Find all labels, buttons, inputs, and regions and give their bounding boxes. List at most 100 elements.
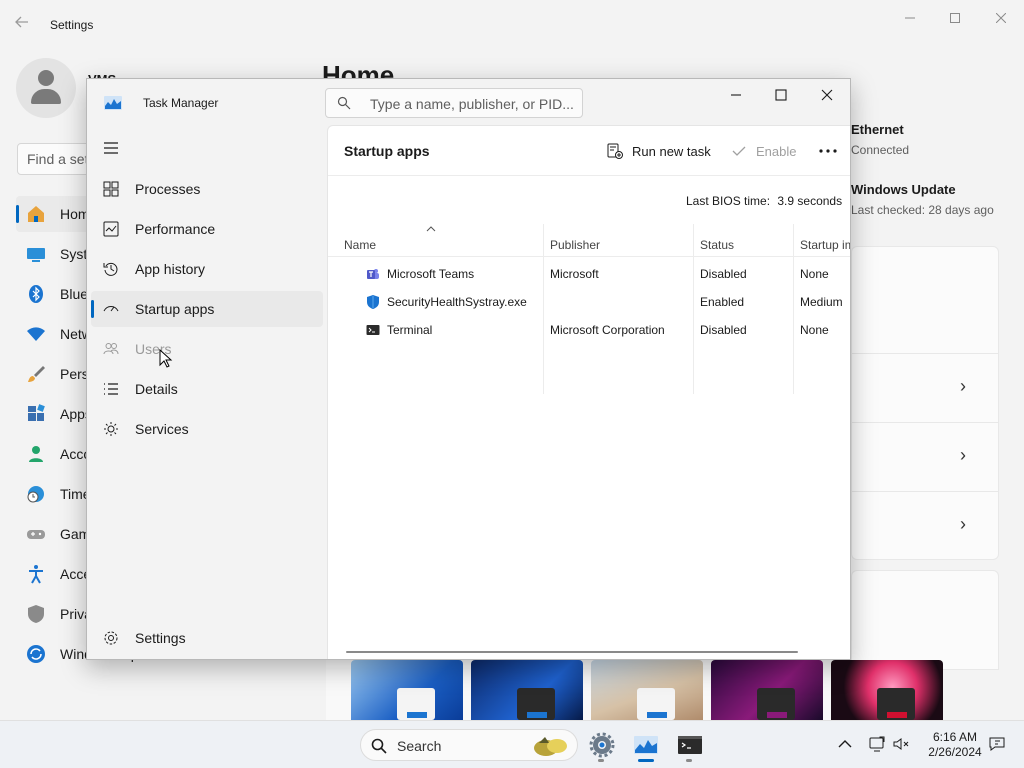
update-icon <box>27 645 45 663</box>
cell-status: Disabled <box>700 323 747 337</box>
performance-icon <box>103 221 119 237</box>
clock-date: 2/26/2024 <box>928 745 982 759</box>
settings-nav-windows-update[interactable]: Windows Update <box>16 636 166 672</box>
cell-name: Microsoft Teams <box>387 267 475 281</box>
settings-close-button[interactable] <box>991 8 1011 28</box>
column-header-name[interactable]: Name <box>344 238 376 252</box>
task-manager-logo-icon <box>104 96 122 110</box>
nav-app-history[interactable]: App history <box>91 251 323 287</box>
horizontal-scrollbar[interactable] <box>346 651 798 653</box>
run-new-task-button[interactable]: Run new task <box>606 138 711 164</box>
maximize-button[interactable] <box>759 83 803 111</box>
settings-nav-personalization[interactable]: Personalization <box>16 356 156 392</box>
taskbar-search-label: Search <box>397 738 442 754</box>
avatar[interactable] <box>16 58 76 118</box>
settings-nav-privacy[interactable]: Privacy & security <box>16 596 171 632</box>
settings-card-row[interactable] <box>851 422 999 492</box>
column-header-startup-impact[interactable]: Startup impact <box>800 238 850 252</box>
nav-users[interactable]: Users <box>91 331 323 367</box>
taskbar-task-manager-app[interactable] <box>630 729 662 762</box>
wallpaper-thumbnail[interactable] <box>471 660 583 720</box>
cell-publisher: Microsoft <box>550 267 599 281</box>
settings-nav-bluetooth[interactable]: Bluetooth & devices <box>16 276 184 312</box>
taskbar-search[interactable]: Search <box>360 729 578 761</box>
search-input[interactable] <box>370 95 575 113</box>
minimize-button[interactable] <box>714 83 758 111</box>
taskbar: Search 6:16 AM 2/26/2024 <box>0 720 1024 768</box>
nav-performance[interactable]: Performance <box>91 211 323 247</box>
terminal-icon <box>366 325 380 335</box>
close-button[interactable] <box>805 83 849 111</box>
taskbar-settings-app[interactable] <box>586 729 618 762</box>
settings-nav-gaming[interactable]: Gaming <box>16 516 109 552</box>
enable-button[interactable]: Enable <box>730 138 796 164</box>
nav-services[interactable]: Services <box>91 411 323 447</box>
network-icon[interactable] <box>868 735 886 753</box>
checkmark-icon <box>732 146 746 156</box>
table-row[interactable]: SecurityHealthSystray.exe Enabled Medium <box>328 288 850 316</box>
settings-card <box>851 570 999 670</box>
taskbar-terminal-app[interactable] <box>674 729 706 762</box>
notification-icon[interactable] <box>988 735 1006 753</box>
speaker-muted-icon[interactable] <box>892 735 910 753</box>
nav-startup-apps[interactable]: Startup apps <box>91 291 323 327</box>
column-header-status[interactable]: Status <box>700 238 734 252</box>
panel-header: Startup apps Run new task Enable <box>328 126 850 176</box>
task-manager-icon <box>634 736 658 754</box>
ethernet-label[interactable]: Ethernet <box>851 122 904 137</box>
bios-time: Last BIOS time: 3.9 seconds <box>686 194 842 208</box>
settings-card-row[interactable] <box>851 491 999 560</box>
settings-maximize-button[interactable] <box>945 8 965 28</box>
more-options-button[interactable] <box>816 138 840 162</box>
nav-label: Services <box>135 421 189 437</box>
cell-status: Enabled <box>700 295 745 309</box>
settings-minimize-button[interactable] <box>900 8 920 28</box>
windows-update-label[interactable]: Windows Update <box>851 182 956 197</box>
security-shield-icon <box>367 295 379 309</box>
settings-titlebar: Settings <box>0 0 1024 48</box>
settings-nav-network[interactable]: Network & internet <box>16 316 175 352</box>
nav-label: Startup apps <box>135 301 215 317</box>
shield-icon <box>28 605 44 623</box>
nav-processes[interactable]: Processes <box>91 171 323 207</box>
nav-details[interactable]: Details <box>91 371 323 407</box>
wallpaper-thumbnail[interactable] <box>831 660 943 720</box>
nav-settings[interactable]: Settings <box>91 620 323 656</box>
table-header-divider <box>328 256 850 257</box>
details-icon <box>104 383 118 395</box>
settings-nav-home[interactable]: Home <box>16 196 97 232</box>
back-arrow-icon[interactable] <box>14 14 34 34</box>
bios-time-label: Last BIOS time: <box>686 194 771 208</box>
chevron-right-icon: › <box>960 445 966 465</box>
settings-nav-system[interactable]: System <box>16 236 107 272</box>
bluetooth-icon <box>29 285 43 303</box>
task-manager-nav: Processes Performance App history Startu… <box>87 127 327 659</box>
search-highlight-icon <box>534 737 567 756</box>
windows-update-status: Last checked: 28 days ago <box>851 203 994 217</box>
task-manager-search[interactable] <box>325 88 583 118</box>
enable-label: Enable <box>756 143 797 159</box>
wifi-icon <box>27 327 45 341</box>
settings-nav-apps[interactable]: Apps <box>16 396 96 432</box>
wallpaper-thumbnail[interactable] <box>351 660 463 720</box>
nav-label: Details <box>135 381 178 397</box>
wallpaper-thumbnail[interactable] <box>591 660 703 720</box>
settings-nav-accounts[interactable]: Accounts <box>16 436 118 472</box>
column-header-publisher[interactable]: Publisher <box>550 238 600 252</box>
wallpaper-thumbnail[interactable] <box>711 660 823 720</box>
clock[interactable]: 6:16 AM 2/26/2024 <box>920 730 990 760</box>
cell-startup-impact: Medium <box>800 295 843 309</box>
startup-icon <box>103 306 119 312</box>
hamburger-menu-icon[interactable] <box>103 140 119 156</box>
settings-card-row[interactable] <box>851 353 999 423</box>
nav-label: Performance <box>135 221 216 237</box>
settings-nav-accessibility[interactable]: Accessibility <box>16 556 136 592</box>
task-manager-title: Task Manager <box>143 96 219 110</box>
gear-icon <box>104 631 118 645</box>
table-row[interactable]: Microsoft Teams Microsoft Disabled None <box>328 260 850 288</box>
settings-nav-time-language[interactable]: Time & language <box>16 476 165 512</box>
chevron-up-icon[interactable] <box>836 735 854 753</box>
ethernet-status: Connected <box>851 143 910 157</box>
table-row[interactable]: Terminal Microsoft Corporation Disabled … <box>328 316 850 344</box>
settings-title: Settings <box>50 18 94 32</box>
